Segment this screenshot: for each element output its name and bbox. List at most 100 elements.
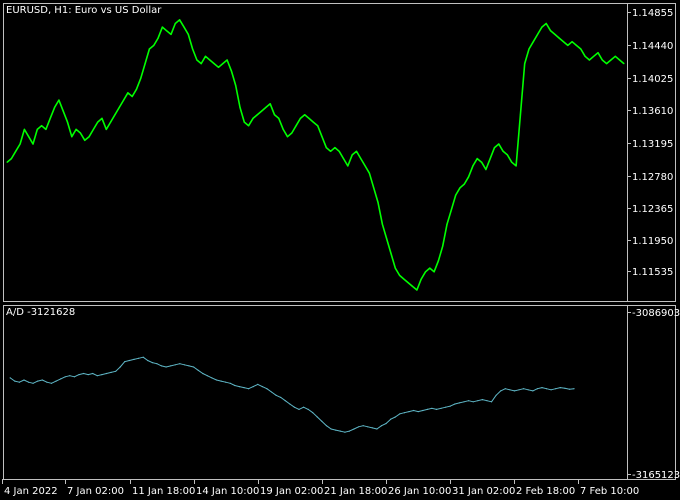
data-point xyxy=(559,387,561,389)
data-point xyxy=(449,405,451,407)
data-point xyxy=(481,399,483,401)
data-point xyxy=(229,382,231,384)
data-point xyxy=(532,41,534,43)
data-point xyxy=(422,409,424,412)
data-point xyxy=(490,401,493,403)
data-point xyxy=(252,117,254,119)
data-point xyxy=(118,106,120,108)
data-point xyxy=(165,366,167,368)
pane-title-1: A/D -3121628 xyxy=(6,307,75,318)
data-point xyxy=(312,412,314,414)
data-point xyxy=(407,282,409,284)
data-point xyxy=(459,187,461,189)
data-point xyxy=(144,63,146,65)
data-point xyxy=(140,77,142,79)
data-point xyxy=(317,125,319,127)
data-point xyxy=(468,400,470,402)
data-point xyxy=(376,428,378,430)
data-point xyxy=(509,389,511,391)
data-point xyxy=(289,403,291,405)
data-point xyxy=(114,114,116,116)
x-tick-label: 11 Jan 18:00 xyxy=(132,486,195,497)
data-point xyxy=(217,66,220,68)
data-point xyxy=(468,176,470,178)
data-point xyxy=(408,411,410,413)
data-point xyxy=(463,183,465,185)
data-point xyxy=(60,378,62,380)
y-tick-label: 1.14855 xyxy=(632,8,673,19)
data-point xyxy=(196,59,198,61)
data-point xyxy=(230,70,232,72)
data-point xyxy=(431,407,433,409)
y-tick-label: 1.11535 xyxy=(632,267,673,278)
data-point xyxy=(437,260,439,262)
data-point xyxy=(291,132,293,134)
data-point xyxy=(545,22,547,25)
y-tick-label: 1.13610 xyxy=(632,106,673,117)
data-point xyxy=(411,285,414,287)
data-point xyxy=(458,402,460,404)
data-point xyxy=(584,55,586,57)
data-point xyxy=(133,358,135,360)
data-point xyxy=(101,374,103,376)
data-point xyxy=(307,408,309,410)
data-point xyxy=(124,361,126,363)
data-point xyxy=(209,59,211,61)
data-point xyxy=(541,26,543,28)
data-point xyxy=(555,388,557,390)
x-tick-label: 31 Jan 02:00 xyxy=(452,486,515,497)
data-point xyxy=(524,63,526,65)
data-point xyxy=(115,370,117,372)
x-tick-label: 21 Jan 18:00 xyxy=(324,486,387,497)
data-point xyxy=(284,400,286,402)
data-point xyxy=(536,388,539,390)
data-point xyxy=(513,390,516,392)
data-point xyxy=(413,409,415,412)
data-point xyxy=(519,114,522,116)
data-point xyxy=(97,121,99,123)
data-point xyxy=(110,121,112,123)
data-point xyxy=(49,117,51,119)
data-point xyxy=(28,136,30,138)
data-point xyxy=(15,150,17,152)
data-point xyxy=(506,154,508,156)
data-point xyxy=(32,143,34,145)
data-point xyxy=(92,128,94,130)
data-point xyxy=(562,41,565,43)
data-point xyxy=(330,150,332,152)
data-point xyxy=(226,59,228,61)
data-point xyxy=(325,425,328,427)
x-tick-label: 14 Jan 10:00 xyxy=(196,486,259,497)
data-point xyxy=(243,121,245,123)
data-point xyxy=(266,388,268,390)
data-point xyxy=(355,150,358,152)
data-point xyxy=(303,406,305,408)
data-point xyxy=(433,271,435,273)
y-tick-label: 1.12365 xyxy=(632,204,673,215)
data-point xyxy=(575,44,578,47)
data-point xyxy=(304,114,306,116)
data-point xyxy=(386,238,388,240)
data-point xyxy=(312,121,314,123)
data-point xyxy=(257,383,259,385)
y-tick-label: 1.14440 xyxy=(632,41,673,52)
data-point xyxy=(614,55,616,57)
data-point xyxy=(45,128,47,130)
data-point xyxy=(455,194,457,196)
data-point xyxy=(298,408,300,410)
y-tick-label: -3086903 xyxy=(632,308,680,319)
data-point xyxy=(183,26,185,28)
data-point xyxy=(338,150,340,152)
pane-frame-1 xyxy=(3,305,676,480)
data-point xyxy=(339,430,341,432)
data-point xyxy=(222,63,224,65)
data-point xyxy=(270,391,273,393)
data-point xyxy=(342,158,345,160)
data-point xyxy=(41,125,43,127)
data-point xyxy=(445,406,447,408)
data-point xyxy=(485,168,487,171)
data-point xyxy=(23,128,25,130)
data-point xyxy=(23,379,25,381)
y-tick-label: 1.12780 xyxy=(632,172,673,183)
data-point xyxy=(390,252,392,255)
